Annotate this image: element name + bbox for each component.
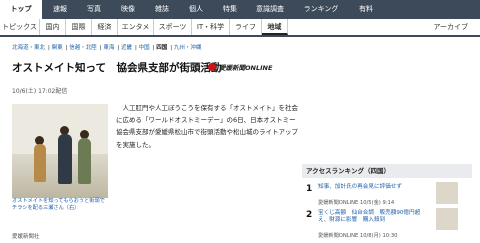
photo-caption[interactable]: オストメイトを知ってもらおうと街頭でチラシを配る三瀬さん（右） bbox=[12, 198, 110, 212]
photo-person bbox=[78, 138, 91, 184]
region-link-kanto[interactable]: 関東 bbox=[52, 45, 63, 51]
ranking-item-source: 愛媛新聞ONLINE 10/8(月) 10:30 bbox=[318, 233, 398, 239]
nav-tab-it-science[interactable]: IT・科学 bbox=[192, 19, 230, 35]
article-body: 人工肛門や人工ぼうこうを保有する「オストメイト」を社会に広める「ワールドオストミ… bbox=[116, 104, 298, 149]
photo-person bbox=[34, 144, 46, 182]
primary-nav: トップ 速報 写真 映像 雑誌 個人 特集 意識調査 ランキング 有料 bbox=[0, 0, 480, 19]
nav-tab-local[interactable]: 地域 bbox=[262, 19, 288, 35]
region-link-kyushu-okinawa[interactable]: 九州・沖縄 bbox=[174, 45, 202, 51]
nav-tab-sports[interactable]: スポーツ bbox=[154, 19, 192, 35]
nav-tab-personal[interactable]: 個人 bbox=[180, 0, 212, 19]
nav-tab-topics[interactable]: トピックス bbox=[0, 19, 40, 35]
nav-tab-paid[interactable]: 有料 bbox=[350, 0, 382, 19]
secondary-nav: トピックス 国内 国際 経済 エンタメ スポーツ IT・科学 ライフ 地域 アー… bbox=[0, 19, 480, 37]
article-photo[interactable] bbox=[12, 104, 108, 198]
nav-tab-magazine[interactable]: 雑誌 bbox=[146, 0, 178, 19]
ranking-item-source: 愛媛新聞ONLINE 10/5(金) 9:14 bbox=[318, 200, 395, 206]
ranking-number: 1 bbox=[306, 184, 313, 194]
region-link-hokkaido-tohoku[interactable]: 北海道・東北 bbox=[12, 45, 45, 51]
ranking-title: アクセスランキング（四国） bbox=[302, 164, 472, 178]
archive-link[interactable]: アーカイブ bbox=[433, 19, 468, 35]
ranking-number: 2 bbox=[306, 210, 313, 220]
publisher-logo[interactable]: 愛媛新聞ONLINE bbox=[208, 62, 272, 72]
nav-tab-top[interactable]: トップ bbox=[0, 0, 42, 19]
photo-person bbox=[58, 134, 72, 184]
article-date: 10/6(土) 17:02配信 bbox=[12, 88, 68, 95]
nav-tab-ranking[interactable]: ランキング bbox=[294, 0, 348, 19]
region-link-kinki[interactable]: 近畿 bbox=[121, 45, 132, 51]
nav-tab-economy[interactable]: 経済 bbox=[92, 19, 118, 35]
article-source: 愛媛新聞社 bbox=[12, 234, 40, 240]
region-link-shikoku: 四国 bbox=[156, 45, 168, 51]
publisher-logo-text: 愛媛新聞ONLINE bbox=[219, 64, 273, 72]
nav-tab-life[interactable]: ライフ bbox=[230, 19, 262, 35]
ranking-item-title[interactable]: 知事、加計氏の再会見に評価せず bbox=[318, 184, 428, 191]
access-ranking: アクセスランキング（四国） 1 知事、加計氏の再会見に評価せず 愛媛新聞ONLI… bbox=[302, 164, 472, 243]
nav-tab-feature[interactable]: 特集 bbox=[214, 0, 246, 19]
ehime-logo-icon bbox=[208, 63, 216, 71]
region-link-tokai[interactable]: 東海 bbox=[103, 45, 114, 51]
ranking-thumbnail[interactable] bbox=[436, 182, 458, 204]
nav-tab-entertainment[interactable]: エンタメ bbox=[118, 19, 154, 35]
nav-tab-breaking[interactable]: 速報 bbox=[44, 0, 76, 19]
article-headline: オストメイト知って 協会県支部が街頭活動 bbox=[12, 62, 222, 74]
region-link-shinetsu-hokuriku[interactable]: 信越・北陸 bbox=[69, 45, 97, 51]
nav-tab-photos[interactable]: 写真 bbox=[78, 0, 110, 19]
ranking-thumbnail[interactable] bbox=[436, 208, 458, 230]
nav-tab-video[interactable]: 映像 bbox=[112, 0, 144, 19]
region-links: 北海道・東北 | 関東 | 信越・北陸 | 東海 | 近畿 | 中国 | 四国 | 九州・沖縄 bbox=[12, 45, 202, 51]
ranking-item-title[interactable]: 宝くじ高額 仙台合調 販売額90億円超え、財源に影響 購入殺到 bbox=[318, 210, 428, 224]
region-link-chugoku[interactable]: 中国 bbox=[139, 45, 150, 51]
nav-tab-domestic[interactable]: 国内 bbox=[40, 19, 66, 35]
nav-tab-international[interactable]: 国際 bbox=[66, 19, 92, 35]
nav-tab-survey[interactable]: 意識調査 bbox=[248, 0, 292, 19]
